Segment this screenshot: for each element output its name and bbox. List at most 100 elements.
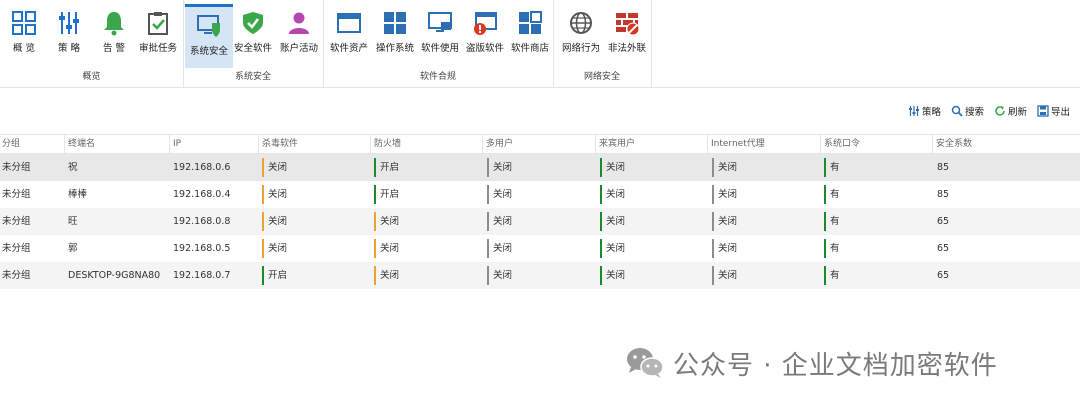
- globe-icon: [570, 12, 592, 34]
- cell-guest: 关闭: [600, 212, 625, 231]
- pirated-software-label: 盗版软件: [465, 43, 504, 54]
- cell-guest: 关闭: [600, 239, 625, 258]
- column-header-score[interactable]: 安全系数: [932, 135, 1080, 153]
- column-header-firewall[interactable]: 防火墙: [370, 135, 482, 153]
- ribbon-group-overview: 概 览 策 略 告 警 审批任务 概览: [0, 0, 184, 87]
- refresh-icon: [995, 106, 1005, 116]
- cell-group: 未分组: [2, 270, 31, 281]
- table-row[interactable]: 未分组 旺 192.168.0.8 关闭 关闭 关闭 关闭 关闭 有 65: [0, 208, 1080, 235]
- table-row[interactable]: 未分组 祝 192.168.0.6 关闭 开启 关闭 关闭 关闭 有 85: [0, 154, 1080, 181]
- overview-button[interactable]: 概 览: [0, 4, 48, 64]
- table-header: 分组 终端名 IP 杀毒软件 防火墙 多用户 来宾用户 Internet代理 系…: [0, 134, 1080, 154]
- user-icon: [289, 12, 309, 34]
- cell-score: 65: [937, 243, 950, 254]
- column-header-multiuser[interactable]: 多用户: [482, 135, 595, 153]
- watermark: 公众号 · 企业文档加密软件: [625, 343, 1065, 383]
- cell-group: 未分组: [2, 216, 31, 227]
- table-row[interactable]: 未分组 棒棒 192.168.0.4 关闭 开启 关闭 关闭 关闭 有 85: [0, 181, 1080, 208]
- search-tool-button[interactable]: 搜索: [951, 104, 984, 118]
- cell-password: 有: [824, 158, 840, 177]
- cell-multiuser: 关闭: [487, 185, 512, 204]
- cell-multiuser: 关闭: [487, 158, 512, 177]
- account-activity-button[interactable]: 账户活动: [275, 4, 323, 64]
- column-header-antivirus[interactable]: 杀毒软件: [258, 135, 370, 153]
- security-table: 分组 终端名 IP 杀毒软件 防火墙 多用户 来宾用户 Internet代理 系…: [0, 134, 1080, 289]
- cell-multiuser: 关闭: [487, 212, 512, 231]
- software-store-button[interactable]: 软件商店: [506, 4, 554, 64]
- alert-button[interactable]: 告 警: [90, 4, 138, 64]
- column-header-password[interactable]: 系统口令: [820, 135, 932, 153]
- security-software-button[interactable]: 安全软件: [229, 4, 277, 64]
- cell-terminal-name: 祝: [68, 162, 78, 173]
- cell-ip: 192.168.0.4: [173, 189, 231, 200]
- ribbon-group-label: 概览: [82, 72, 101, 82]
- operating-system-label: 操作系统: [375, 43, 414, 54]
- cell-firewall: 开启: [374, 185, 399, 204]
- save-icon: [1037, 105, 1049, 117]
- software-usage-button[interactable]: 软件使用: [416, 4, 464, 64]
- cell-firewall: 关闭: [374, 212, 399, 231]
- cell-firewall: 关闭: [374, 266, 399, 285]
- system-security-button[interactable]: 系统安全: [185, 4, 233, 68]
- search-tool-label: 搜索: [964, 107, 984, 118]
- cell-password: 有: [824, 185, 840, 204]
- cell-proxy: 关闭: [712, 158, 737, 177]
- pirated-software-button[interactable]: 盗版软件: [461, 4, 509, 64]
- cell-score: 65: [937, 270, 950, 281]
- windows-logo-icon: [384, 12, 406, 34]
- column-header-terminal-name[interactable]: 终端名: [64, 135, 169, 153]
- cell-password: 有: [824, 266, 840, 285]
- ribbon: 概 览 策 略 告 警 审批任务 概览 系统安全 安全软件 账户活动 系统安全: [0, 0, 1080, 88]
- firewall-icon: [616, 13, 640, 36]
- cell-proxy: 关闭: [712, 185, 737, 204]
- illegal-outbound-button[interactable]: 非法外联: [603, 4, 651, 64]
- cell-guest: 关闭: [600, 185, 625, 204]
- column-header-ip[interactable]: IP: [169, 135, 258, 153]
- cell-group: 未分组: [2, 243, 31, 254]
- software-assets-button[interactable]: 软件资产: [325, 4, 373, 64]
- strategy-button[interactable]: 策 略: [45, 4, 93, 64]
- export-tool-button[interactable]: 导出: [1037, 104, 1070, 118]
- strategy-tool-button[interactable]: 策略: [908, 104, 941, 118]
- column-header-group[interactable]: 分组: [0, 135, 64, 153]
- cell-terminal-name: 旺: [68, 216, 78, 227]
- column-header-guest[interactable]: 来宾用户: [595, 135, 707, 153]
- sliders-icon: [59, 12, 79, 34]
- approval-task-button[interactable]: 审批任务: [134, 4, 182, 64]
- clipboard-check-icon: [148, 12, 168, 35]
- monitor-shield-icon: [197, 15, 220, 37]
- column-header-proxy[interactable]: Internet代理: [707, 135, 820, 153]
- cell-firewall: 开启: [374, 158, 399, 177]
- ribbon-group-network-security: 网络行为 非法外联 网络安全: [553, 0, 652, 87]
- table-row[interactable]: 未分组 郭 192.168.0.5 关闭 关闭 关闭 关闭 关闭 有 65: [0, 235, 1080, 262]
- window-icon: [337, 13, 361, 33]
- cell-guest: 关闭: [600, 266, 625, 285]
- cell-group: 未分组: [2, 162, 31, 173]
- security-software-label: 安全软件: [233, 43, 272, 54]
- cell-proxy: 关闭: [712, 239, 737, 258]
- cell-firewall: 关闭: [374, 239, 399, 258]
- table-row[interactable]: 未分组 DESKTOP-9G8NA80 192.168.0.7 开启 关闭 关闭…: [0, 262, 1080, 289]
- cell-antivirus: 开启: [262, 266, 287, 285]
- monitor-icon: [428, 12, 452, 32]
- cell-guest: 关闭: [600, 158, 625, 177]
- cell-antivirus: 关闭: [262, 239, 287, 258]
- cell-multiuser: 关闭: [487, 266, 512, 285]
- cell-antivirus: 关闭: [262, 185, 287, 204]
- cell-proxy: 关闭: [712, 212, 737, 231]
- refresh-tool-label: 刷新: [1007, 107, 1027, 118]
- cell-ip: 192.168.0.8: [173, 216, 231, 227]
- watermark-text: 公众号 · 企业文档加密软件: [673, 350, 998, 381]
- cell-password: 有: [824, 212, 840, 231]
- network-behavior-button[interactable]: 网络行为: [557, 4, 605, 64]
- strategy-label: 策 略: [57, 43, 81, 54]
- window-alert-icon: [474, 12, 497, 35]
- apps-icon: [519, 11, 542, 34]
- account-activity-label: 账户活动: [279, 43, 318, 54]
- operating-system-button[interactable]: 操作系统: [371, 4, 419, 64]
- system-security-label: 系统安全: [189, 46, 228, 57]
- alert-label: 告 警: [102, 43, 126, 54]
- cell-antivirus: 关闭: [262, 158, 287, 177]
- refresh-tool-button[interactable]: 刷新: [994, 104, 1027, 118]
- cell-group: 未分组: [2, 189, 31, 200]
